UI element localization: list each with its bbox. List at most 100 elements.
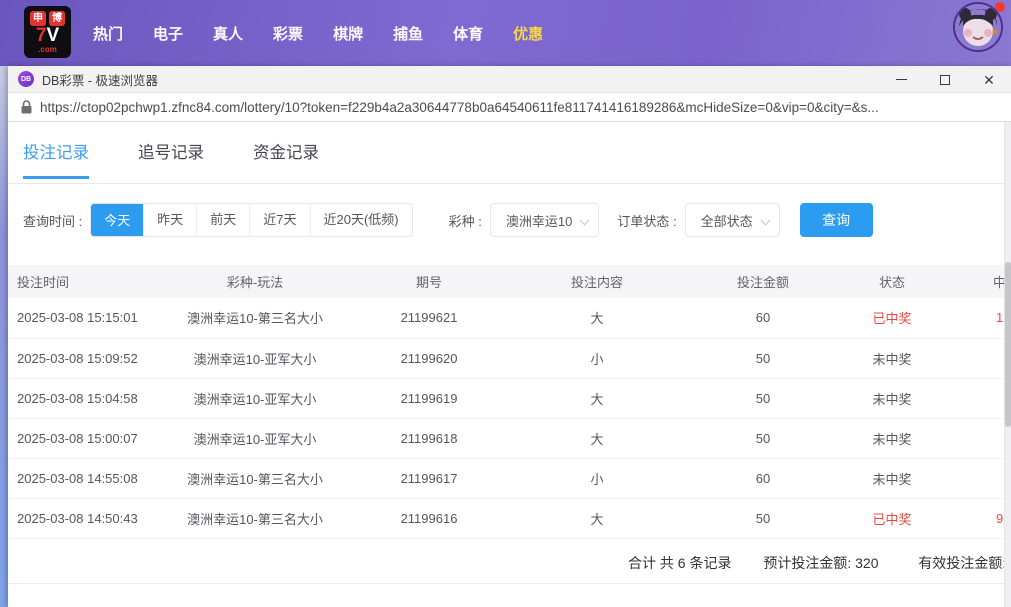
browser-urlbar: https://ctop02pchwp1.zfnc84.com/lottery/… [8,93,1011,122]
lottery-play: 澳洲幸运10-第三名大小 [166,498,344,539]
time-range-group: 今天 昨天 前天 近7天 近20天(低频) [90,203,413,237]
summary-expected-amount: 预计投注金额: 320 [763,554,879,571]
prize-amount [938,378,1005,419]
site-nav: 热门 电子 真人 彩票 棋牌 捕鱼 体育 优惠 [93,0,573,66]
column-header: 期号 [344,265,514,298]
logo-chips: 申 博 [30,11,65,26]
site-nav-item[interactable]: 捕鱼 [393,23,423,44]
lottery-select-value: 澳洲幸运10 [505,213,573,229]
site-nav-item[interactable]: 电子 [153,23,183,44]
bet-time: 2025-03-08 15:04:58 [8,378,166,419]
query-button[interactable]: 查询 [799,203,873,237]
summary-valid-amount: 有效投注金额: [918,554,1007,571]
tab[interactable]: 投注记录 [23,139,89,179]
maximize-icon [940,74,950,85]
logo-main: 7V [35,25,60,46]
issue-number: 21199619 [344,378,514,419]
bet-amount: 50 [680,378,846,419]
site-nav-item[interactable]: 真人 [213,23,243,44]
bet-amount: 60 [680,298,846,339]
bet-content: 大 [514,418,680,459]
site-nav-item[interactable]: 优惠 [513,23,543,44]
site-header: 申 博 7V .com 热门 电子 真人 彩票 棋牌 捕鱼 体育 优惠 [0,0,1011,66]
prize-amount [938,418,1005,459]
bet-time: 2025-03-08 15:09:52 [8,338,166,379]
logo-chip-2: 博 [49,11,65,26]
status-badge: 未中奖 [846,338,938,379]
status-badge: 已中奖 [846,298,938,339]
column-header: 中奖金额 [938,265,1005,298]
time-range-option[interactable]: 今天 [91,204,144,236]
maximize-button[interactable] [923,66,967,93]
site-logo[interactable]: 申 博 7V .com [24,6,71,58]
prize-amount [938,338,1005,379]
chevron-down-icon [579,215,590,226]
summary-bar: 合计 共 6 条记录 预计投注金额: 320 有效投注金额: [8,539,1011,584]
prize-amount: 1 [938,298,1005,339]
status-badge: 已中奖 [846,498,938,539]
issue-number: 21199616 [344,498,514,539]
minimize-button[interactable] [879,66,923,93]
lottery-filter-label: 彩种 : [448,213,482,229]
scrollbar-thumb[interactable] [1005,262,1011,427]
window-controls: ✕ [879,66,1011,93]
bet-time: 2025-03-08 14:55:08 [8,458,166,499]
minimize-icon [895,78,907,81]
site-nav-item[interactable]: 体育 [453,23,483,44]
bet-amount: 50 [680,338,846,379]
bet-time: 2025-03-08 14:50:43 [8,498,166,539]
order-status-select[interactable]: 全部状态 [684,203,780,237]
bet-amount: 50 [680,418,846,459]
browser-titlebar: DB DB彩票 - 极速浏览器 ✕ [8,66,1011,93]
table-row: 2025-03-08 15:04:58 澳洲幸运10-亚军大小 21199619 大 5… [8,378,1005,419]
table-row: 2025-03-08 15:09:52 澳洲幸运10-亚军大小 21199620 小 5… [8,338,1005,379]
lottery-play: 澳洲幸运10-亚军大小 [166,418,344,459]
close-button[interactable]: ✕ [967,66,1011,93]
bet-records-table: 投注时间彩种-玩法期号投注内容投注金额状态中奖金额 2025-03-08 15:… [8,265,1005,539]
table-body: 2025-03-08 15:15:01 澳洲幸运10-第三名大小 21199621 大… [8,298,1005,539]
logo-suffix: .com [38,45,57,54]
lottery-select[interactable]: 澳洲幸运10 [489,203,600,237]
prize-amount [938,458,1005,499]
tab[interactable]: 追号记录 [138,139,204,179]
table-row: 2025-03-08 14:50:43 澳洲幸运10-第三名大小 21199616 大… [8,498,1005,539]
time-range-option[interactable]: 前天 [196,204,249,236]
summary-text: 合计 共 6 条记录 预计投注金额: 320 有效投注金额: [628,553,1006,573]
table-row: 2025-03-08 15:00:07 澳洲幸运10-亚军大小 21199618 大 5… [8,418,1005,459]
logo-chip-1: 申 [30,11,46,26]
close-icon: ✕ [983,71,995,88]
issue-number: 21199618 [344,418,514,459]
bet-content: 大 [514,498,680,539]
browser-favicon: DB [18,71,34,87]
bet-time: 2025-03-08 15:15:01 [8,298,166,339]
browser-window: DB DB彩票 - 极速浏览器 ✕ https://ctop02pchwp1.z… [8,66,1011,607]
time-filter-label: 查询时间 : [23,213,83,229]
issue-number: 21199617 [344,458,514,499]
time-range-option[interactable]: 昨天 [143,204,196,236]
status-badge: 未中奖 [846,418,938,459]
issue-number: 21199621 [344,298,514,339]
chevron-down-icon [760,215,771,226]
status-badge: 未中奖 [846,458,938,499]
lottery-play: 澳洲幸运10-第三名大小 [166,458,344,499]
tab[interactable]: 资金记录 [253,139,319,179]
notification-dot [995,2,1005,12]
vertical-scrollbar[interactable] [1004,122,1011,607]
record-tabs: 投注记录 追号记录 资金记录 [8,122,1011,184]
avatar-illustration [955,4,1001,50]
bet-content: 大 [514,298,680,339]
site-nav-item[interactable]: 热门 [93,23,123,44]
site-nav-item[interactable]: 棋牌 [333,23,363,44]
bet-content: 大 [514,378,680,419]
url-text[interactable]: https://ctop02pchwp1.zfnc84.com/lottery/… [40,100,879,115]
time-range-option[interactable]: 近20天(低频) [309,204,412,236]
lock-icon [21,100,32,114]
time-range-option[interactable]: 近7天 [249,204,309,236]
status-badge: 未中奖 [846,378,938,419]
bet-content: 小 [514,458,680,499]
prize-amount: 9 [938,498,1005,539]
page-background-strip [0,66,8,607]
site-nav-item[interactable]: 彩票 [273,23,303,44]
bet-time: 2025-03-08 15:00:07 [8,418,166,459]
table-row: 2025-03-08 15:15:01 澳洲幸运10-第三名大小 21199621 大… [8,298,1005,339]
